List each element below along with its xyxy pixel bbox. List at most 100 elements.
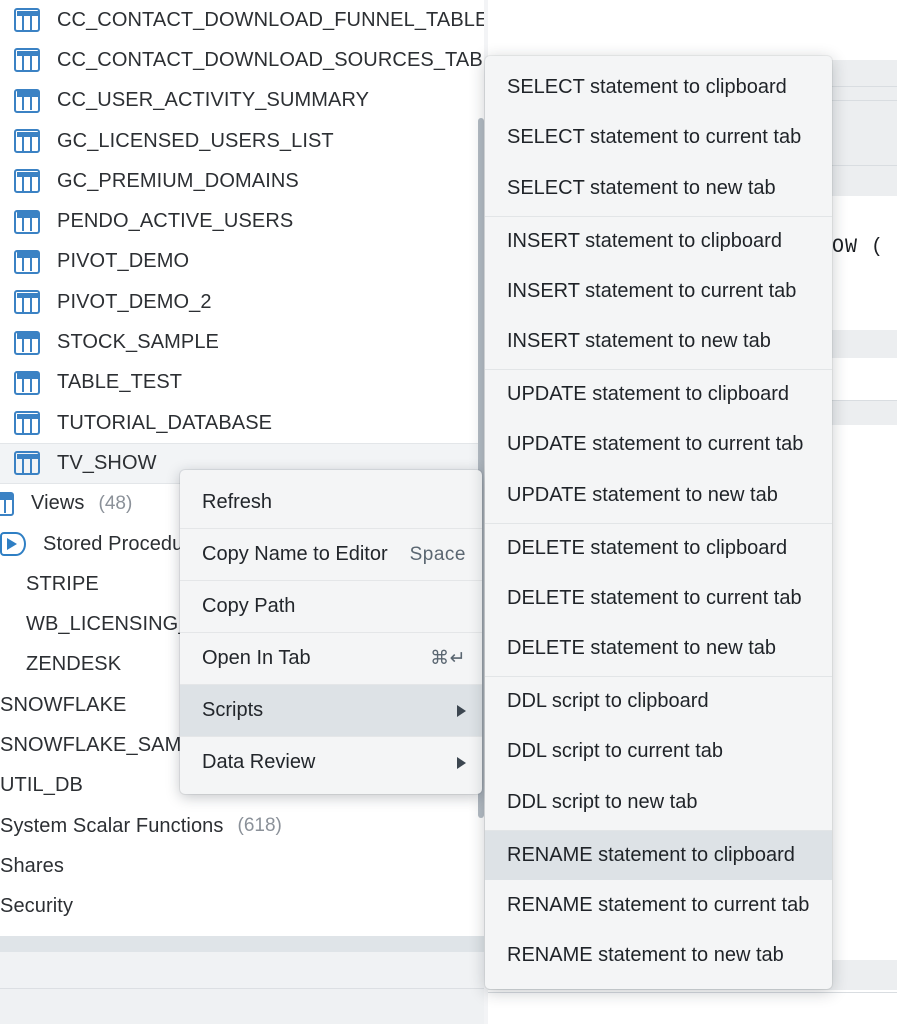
context-menu-item-data-review[interactable]: Data Review (180, 736, 482, 788)
tree-item-label: TV_SHOW (57, 452, 157, 475)
scripts-submenu-item-label: DELETE statement to current tab (507, 587, 802, 610)
tree-item-cc-contact-download-sources-table[interactable]: CC_CONTACT_DOWNLOAD_SOURCES_TABLE (0, 40, 484, 80)
tree-item-label: Stored Procedu (43, 533, 183, 556)
scripts-submenu-item-label: UPDATE statement to clipboard (507, 383, 789, 406)
context-menu-item-label: Copy Name to Editor (202, 543, 392, 566)
context-menu-item-copy-path[interactable]: Copy Path (180, 580, 482, 632)
scripts-submenu[interactable]: SELECT statement to clipboard SELECT stat… (485, 56, 832, 989)
scripts-submenu-item-select-statement-to-new-tab[interactable]: SELECT statement to new tab (485, 163, 832, 214)
scripts-submenu-item-label: SELECT statement to current tab (507, 126, 801, 149)
tree-item-label: GC_PREMIUM_DOMAINS (57, 170, 299, 193)
tree-item-label: CC_USER_ACTIVITY_SUMMARY (57, 89, 369, 112)
scripts-submenu-item-label: UPDATE statement to new tab (507, 484, 778, 507)
scripts-submenu-item-rename-statement-to-new-tab[interactable]: RENAME statement to new tab (485, 931, 832, 982)
object-browser-tree[interactable]: CC_CONTACT_DOWNLOAD_FUNNEL_TABLE CC_CONTA… (0, 0, 484, 936)
scripts-submenu-item-ddl-script-to-clipboard[interactable]: DDL script to clipboard (485, 676, 832, 727)
tree-item-system-scalar-functions[interactable]: System Scalar Functions (618) (0, 806, 484, 846)
editor-code-fragment: OW ( (832, 236, 884, 259)
scripts-submenu-item-label: INSERT statement to current tab (507, 280, 796, 303)
table-icon (14, 451, 40, 475)
tree-item-label: SNOWFLAKE (0, 694, 126, 717)
stored-procedure-icon (0, 532, 26, 556)
scripts-submenu-item-update-statement-to-clipboard[interactable]: UPDATE statement to clipboard (485, 369, 832, 420)
context-menu-item-refresh[interactable]: Refresh (180, 476, 482, 528)
tree-panel-bottom-strip (0, 936, 484, 952)
scripts-submenu-item-label: DELETE statement to clipboard (507, 537, 787, 560)
tree-item-tutorial-database[interactable]: TUTORIAL_DATABASE (0, 403, 484, 443)
scripts-submenu-item-rename-statement-to-clipboard[interactable]: RENAME statement to clipboard (485, 830, 832, 881)
scripts-submenu-item-delete-statement-to-clipboard[interactable]: DELETE statement to clipboard (485, 523, 832, 574)
tree-item-gc-licensed-users-list[interactable]: GC_LICENSED_USERS_LIST (0, 121, 484, 161)
table-icon (14, 8, 40, 32)
table-icon (14, 48, 40, 72)
context-menu-item-shortcut: Space (410, 544, 466, 566)
scripts-submenu-item-insert-statement-to-new-tab[interactable]: INSERT statement to new tab (485, 317, 832, 368)
tree-item-label: STRIPE (26, 573, 99, 596)
context-menu-item-label: Open In Tab (202, 647, 412, 670)
schema-icon (0, 572, 9, 596)
context-menu-item-scripts[interactable]: Scripts (180, 684, 482, 736)
tree-item-cc-user-activity-summary[interactable]: CC_USER_ACTIVITY_SUMMARY (0, 81, 484, 121)
tree-item-stock-sample[interactable]: STOCK_SAMPLE (0, 322, 484, 362)
scripts-submenu-item-select-statement-to-current-tab[interactable]: SELECT statement to current tab (485, 113, 832, 164)
tree-item-count: (48) (99, 493, 133, 515)
tree-item-label: Security (0, 895, 73, 918)
tree-item-label: SNOWFLAKE_SAM (0, 734, 181, 757)
submenu-arrow-icon (457, 757, 466, 769)
tree-item-label: PIVOT_DEMO (57, 250, 189, 273)
table-icon (14, 129, 40, 153)
context-menu-item-label: Copy Path (202, 595, 466, 618)
scripts-submenu-item-ddl-script-to-new-tab[interactable]: DDL script to new tab (485, 777, 832, 828)
scripts-submenu-item-label: DELETE statement to new tab (507, 637, 776, 660)
scripts-submenu-item-rename-statement-to-current-tab[interactable]: RENAME statement to current tab (485, 880, 832, 931)
scripts-submenu-item-label: DDL script to new tab (507, 791, 697, 814)
context-menu[interactable]: Refresh Copy Name to Editor Space Copy Path… (180, 470, 482, 794)
editor-bg-rule (488, 992, 897, 993)
tree-item-gc-premium-domains[interactable]: GC_PREMIUM_DOMAINS (0, 161, 484, 201)
table-icon (14, 331, 40, 355)
table-icon (14, 290, 40, 314)
scripts-submenu-item-update-statement-to-new-tab[interactable]: UPDATE statement to new tab (485, 470, 832, 521)
scripts-submenu-item-update-statement-to-current-tab[interactable]: UPDATE statement to current tab (485, 420, 832, 471)
scripts-submenu-item-label: DDL script to clipboard (507, 690, 709, 713)
tree-item-cc-contact-download-funnel-table[interactable]: CC_CONTACT_DOWNLOAD_FUNNEL_TABLE (0, 0, 484, 40)
context-menu-item-label: Refresh (202, 491, 466, 514)
scripts-submenu-item-label: INSERT statement to new tab (507, 330, 771, 353)
tree-item-label: ZENDESK (26, 653, 121, 676)
tree-vertical-scrollbar[interactable] (477, 0, 485, 936)
tree-item-label: TABLE_TEST (57, 371, 182, 394)
table-icon (14, 89, 40, 113)
tree-item-pivot-demo[interactable]: PIVOT_DEMO (0, 242, 484, 282)
scripts-submenu-item-delete-statement-to-current-tab[interactable]: DELETE statement to current tab (485, 573, 832, 624)
context-menu-item-open-in-tab[interactable]: Open In Tab⌘↵ (180, 632, 482, 684)
tree-item-label: Views (31, 492, 85, 515)
table-icon (14, 371, 40, 395)
table-icon (14, 169, 40, 193)
status-bar-lower (0, 989, 484, 1024)
tree-item-pendo-active-users[interactable]: PENDO_ACTIVE_USERS (0, 201, 484, 241)
tree-item-label: CC_CONTACT_DOWNLOAD_FUNNEL_TABLE (57, 9, 484, 32)
tree-item-label: WB_LICENSING_ (26, 613, 190, 636)
context-menu-item-label: Scripts (202, 699, 439, 722)
scripts-submenu-item-ddl-script-to-current-tab[interactable]: DDL script to current tab (485, 727, 832, 778)
scripts-submenu-item-select-statement-to-clipboard[interactable]: SELECT statement to clipboard (485, 62, 832, 113)
tree-item-shares[interactable]: Shares (0, 846, 484, 886)
scripts-submenu-item-delete-statement-to-new-tab[interactable]: DELETE statement to new tab (485, 624, 832, 675)
tree-item-label: PIVOT_DEMO_2 (57, 291, 212, 314)
scripts-submenu-item-label: RENAME statement to clipboard (507, 844, 795, 867)
table-icon (14, 210, 40, 234)
tree-item-pivot-demo-2[interactable]: PIVOT_DEMO_2 (0, 282, 484, 322)
status-bar (0, 952, 484, 989)
tree-item-label: System Scalar Functions (0, 815, 224, 838)
scripts-submenu-item-insert-statement-to-clipboard[interactable]: INSERT statement to clipboard (485, 216, 832, 267)
context-menu-item-label: Data Review (202, 751, 439, 774)
context-menu-item-copy-name-to-editor[interactable]: Copy Name to Editor Space (180, 528, 482, 580)
tree-item-count: (618) (238, 815, 282, 837)
scripts-submenu-item-label: INSERT statement to clipboard (507, 230, 782, 253)
tree-item-table-test[interactable]: TABLE_TEST (0, 363, 484, 403)
tree-item-security[interactable]: Security (0, 887, 484, 927)
app-root: OW ( CC_CONTACT_DOWNLOAD_FUNNEL_TABLECC_… (0, 0, 897, 1024)
schema-icon (0, 613, 9, 637)
scripts-submenu-item-insert-statement-to-current-tab[interactable]: INSERT statement to current tab (485, 266, 832, 317)
tree-item-label: GC_LICENSED_USERS_LIST (57, 130, 334, 153)
